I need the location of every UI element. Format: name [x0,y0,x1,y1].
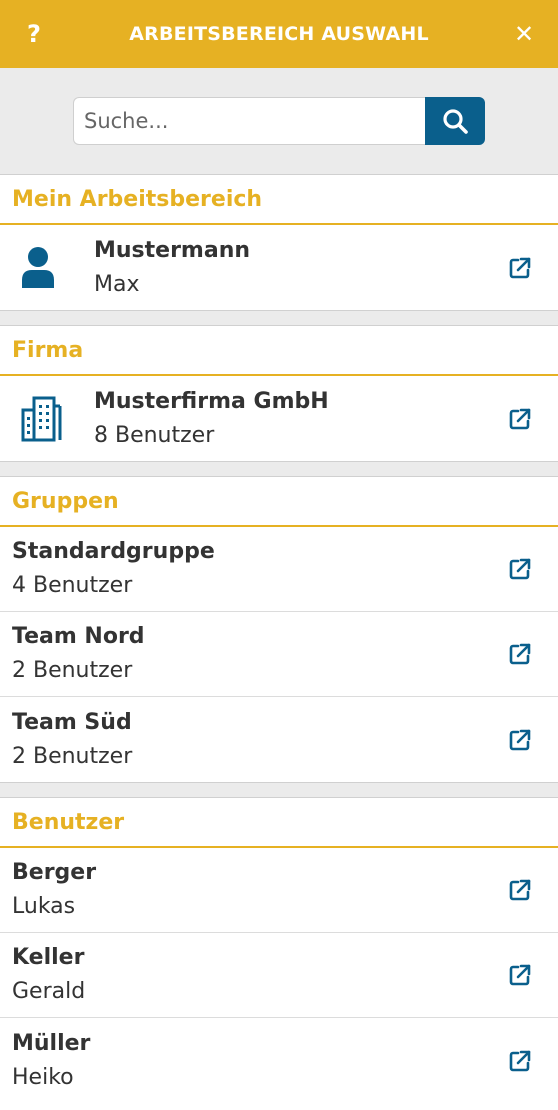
item-primary-text: Berger [12,860,97,885]
item-secondary-text: 4 Benutzer [12,573,133,598]
open-link-button[interactable] [506,640,534,668]
section-title-benutzer: Benutzer [0,798,558,848]
item-secondary-text: 2 Benutzer [12,743,133,769]
open-link-button[interactable] [506,726,534,754]
open-link-button[interactable] [506,555,534,583]
search-button[interactable] [425,97,485,145]
item-secondary-text: Max [94,271,140,297]
group-item[interactable]: Team Nord 2 Benutzer [0,612,558,697]
item-primary-text: Standardgruppe [12,539,215,564]
item-primary-text: Musterfirma GmbH [94,388,329,414]
section-divider [0,782,558,798]
external-link-icon [509,1050,531,1071]
item-secondary-text: 2 Benutzer [12,658,133,683]
item-primary-text: Team Nord [12,624,145,649]
open-link-button[interactable] [506,405,534,433]
help-button[interactable]: ? [0,0,68,68]
item-primary-text: Mustermann [94,237,251,263]
question-icon: ? [27,20,41,48]
person-icon [22,246,54,288]
section-title-mein-arbeitsbereich: Mein Arbeitsbereich [0,175,558,225]
user-item[interactable]: Müller Heiko [0,1018,558,1103]
search-input[interactable] [73,97,425,145]
group-item[interactable]: Standardgruppe 4 Benutzer [0,527,558,612]
workspace-item-personal[interactable]: Mustermann Max [0,225,558,310]
external-link-icon [509,643,531,665]
group-item[interactable]: Team Süd 2 Benutzer [0,697,558,782]
external-link-icon [509,558,531,580]
external-link-icon [509,408,531,429]
external-link-icon [509,729,531,750]
item-secondary-text: Heiko [12,1064,74,1090]
section-title-firma: Firma [0,326,558,376]
section-title-gruppen: Gruppen [0,477,558,527]
external-link-icon [509,879,531,901]
open-link-button[interactable] [506,1047,534,1075]
workspace-item-company[interactable]: Musterfirma GmbH 8 Benutzer [0,376,558,461]
search-icon [443,109,468,134]
dialog-title: ARBEITSBEREICH AUSWAHL [129,23,429,45]
close-button[interactable]: ✕ [490,0,558,68]
header-bar: ? ARBEITSBEREICH AUSWAHL ✕ [0,0,558,68]
item-secondary-text: Lukas [12,894,76,919]
search-area [0,68,558,175]
item-secondary-text: Gerald [12,979,86,1004]
item-secondary-text: 8 Benutzer [94,422,215,448]
item-primary-text: Team Süd [12,709,132,735]
close-icon: ✕ [513,20,535,48]
section-divider [0,310,558,326]
item-primary-text: Müller [12,1030,91,1056]
external-link-icon [509,964,531,986]
open-link-button[interactable] [506,961,534,989]
external-link-icon [509,257,531,278]
search-box [73,97,485,145]
item-primary-text: Keller [12,945,85,970]
open-link-button[interactable] [506,876,534,904]
section-divider [0,461,558,477]
user-item[interactable]: Keller Gerald [0,933,558,1018]
open-link-button[interactable] [506,254,534,282]
user-item[interactable]: Berger Lukas [0,848,558,933]
building-icon [21,396,62,441]
